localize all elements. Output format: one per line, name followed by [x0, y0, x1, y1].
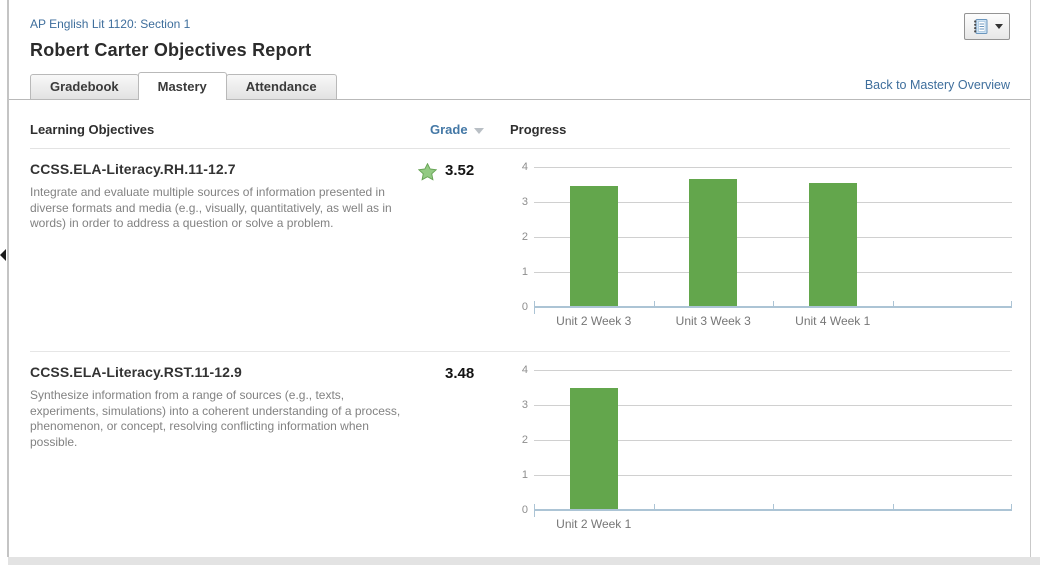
tab-mastery[interactable]: Mastery [138, 72, 227, 100]
y-axis-tick-label: 2 [510, 230, 528, 244]
objective-row: CCSS.ELA-Literacy.RH.11-12.7 Integrate a… [30, 149, 1010, 351]
objectives-table: Learning Objectives Grade Progress CCSS.… [9, 100, 1030, 554]
table-header-row: Learning Objectives Grade Progress [30, 100, 1010, 149]
star-placeholder [418, 365, 445, 366]
y-axis-tick-label: 0 [510, 300, 528, 314]
horizontal-scrollbar[interactable] [8, 557, 1040, 565]
y-axis-tick-label: 4 [510, 363, 528, 377]
sort-desc-icon [474, 128, 484, 134]
x-axis-line [534, 509, 1012, 511]
y-axis-tick-label: 3 [510, 195, 528, 209]
mastery-star-icon [418, 162, 445, 186]
x-axis-category-label: Unit 3 Week 3 [654, 314, 774, 328]
tab-bar: Gradebook Mastery Attendance Back to Mas… [9, 72, 1030, 100]
notebook-icon [972, 18, 989, 35]
grade-value: 3.52 [445, 162, 474, 179]
column-header-progress: Progress [510, 122, 1010, 137]
grade-cell: 3.48 [418, 364, 510, 538]
grade-cell: 3.52 [418, 161, 510, 335]
progress-cell: 0 1 2 3 4 Unit 2 Week 1 [510, 364, 1012, 538]
bar [809, 183, 857, 307]
y-axis-tick-label: 0 [510, 503, 528, 517]
y-axis-tick-label: 4 [510, 160, 528, 174]
breadcrumb[interactable]: AP English Lit 1120: Section 1 [30, 17, 190, 31]
y-axis-tick-label: 1 [510, 265, 528, 279]
tab-gradebook[interactable]: Gradebook [30, 74, 139, 99]
report-panel: AP English Lit 1120: Section 1 Robert Ca… [9, 0, 1030, 557]
x-axis-line [534, 306, 1012, 308]
x-axis-category-label: Unit 2 Week 1 [534, 517, 654, 531]
x-axis-category-label: Unit 4 Week 1 [773, 314, 893, 328]
panel-right-border [1030, 0, 1031, 557]
objective-info: CCSS.ELA-Literacy.RST.11-12.9 Synthesize… [30, 364, 418, 538]
back-to-mastery-link[interactable]: Back to Mastery Overview [865, 78, 1010, 99]
y-axis-tick-label: 2 [510, 433, 528, 447]
objective-code: CCSS.ELA-Literacy.RH.11-12.7 [30, 161, 406, 177]
y-axis-tick-label: 1 [510, 468, 528, 482]
column-header-objectives: Learning Objectives [30, 122, 418, 137]
y-axis-tick-label: 3 [510, 398, 528, 412]
grade-sort-link[interactable]: Grade [430, 122, 468, 137]
bar [689, 179, 737, 307]
report-menu-button[interactable] [964, 13, 1010, 40]
progress-cell: 0 1 2 3 4 Unit 2 Week 3Unit 3 Week 3Unit 4 We… [510, 161, 1012, 335]
objective-info: CCSS.ELA-Literacy.RH.11-12.7 Integrate a… [30, 161, 418, 335]
report-header: AP English Lit 1120: Section 1 Robert Ca… [9, 0, 1030, 61]
tab-attendance[interactable]: Attendance [226, 74, 337, 99]
objective-code: CCSS.ELA-Literacy.RST.11-12.9 [30, 364, 406, 380]
mastery-bar-chart: 0 1 2 3 4 Unit 2 Week 3Unit 3 Week 3Unit 4 We… [510, 163, 1012, 335]
x-axis-category-label: Unit 2 Week 3 [534, 314, 654, 328]
bar [570, 388, 618, 510]
grade-value: 3.48 [445, 365, 474, 382]
page-title: Robert Carter Objectives Report [30, 40, 1010, 61]
objective-description: Synthesize information from a range of s… [30, 388, 406, 450]
mastery-bar-chart: 0 1 2 3 4 Unit 2 Week 1 [510, 366, 1012, 538]
objective-row: CCSS.ELA-Literacy.RST.11-12.9 Synthesize… [30, 351, 1010, 554]
caret-down-icon [995, 24, 1003, 29]
app-window: AP English Lit 1120: Section 1 Robert Ca… [0, 0, 1040, 565]
collapse-panel-arrow-icon[interactable] [0, 249, 6, 261]
objective-description: Integrate and evaluate multiple sources … [30, 185, 406, 232]
column-header-grade: Grade [418, 122, 510, 137]
panel-left-border [7, 0, 9, 557]
bar [570, 186, 618, 307]
